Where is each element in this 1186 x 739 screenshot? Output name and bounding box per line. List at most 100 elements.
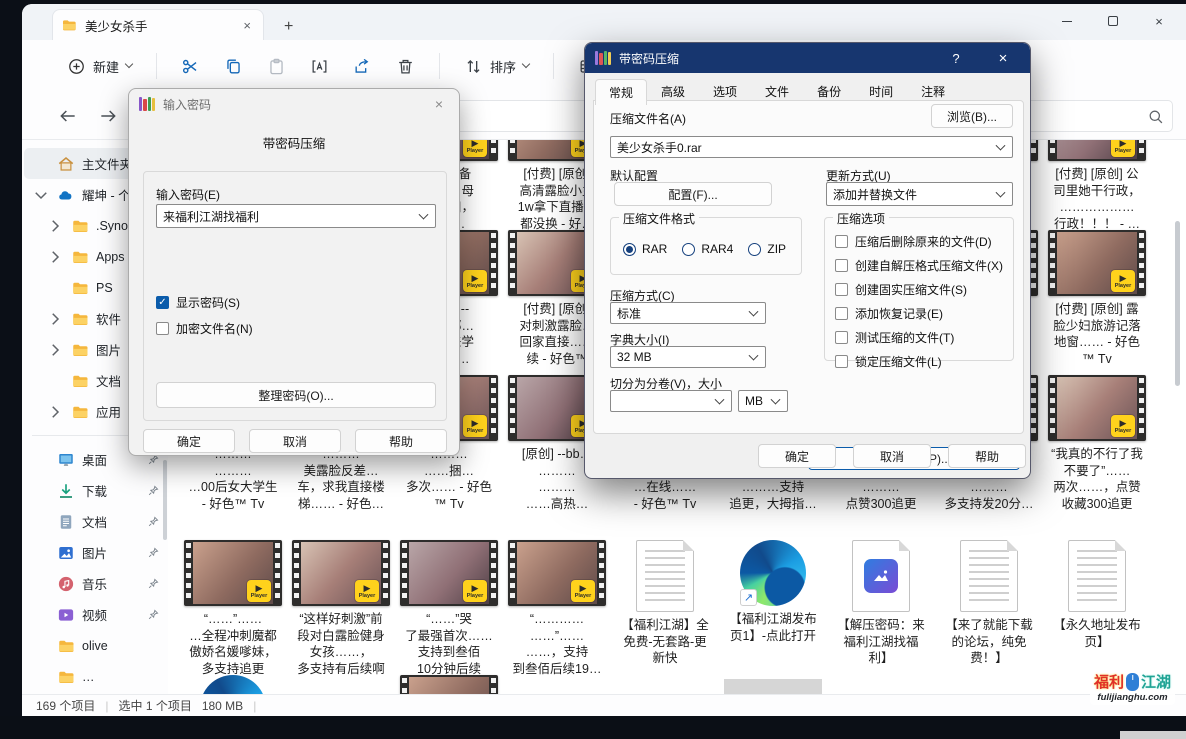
compression-method-combobox[interactable]: 标准 (610, 302, 766, 324)
close-icon[interactable]: × (982, 50, 1024, 67)
sidebar-item[interactable]: 音乐 (24, 568, 166, 599)
file-item[interactable] (184, 675, 282, 694)
paste-button[interactable] (258, 50, 295, 83)
sidebar-item[interactable]: 下载 (24, 475, 166, 506)
profiles-button[interactable]: 配置(F)... (614, 182, 772, 206)
format-radio[interactable]: ZIP (748, 242, 786, 256)
back-icon[interactable] (58, 106, 78, 126)
rename-button[interactable] (301, 50, 338, 83)
encrypt-filenames-checkbox[interactable]: 加密文件名(N) (156, 320, 253, 337)
sidebar-scrollbar-thumb[interactable] (163, 460, 167, 540)
sidebar-item[interactable]: olive (24, 630, 166, 661)
close-button[interactable]: × (1136, 4, 1182, 38)
copy-button[interactable] (215, 50, 252, 83)
cancel-button[interactable]: 取消 (853, 444, 931, 468)
forward-icon[interactable] (98, 106, 118, 126)
file-item[interactable]: 【永久地址发布页】 (1048, 540, 1146, 677)
video-thumbnail[interactable]: ▶Player (400, 540, 498, 606)
sidebar-item-label: olive (82, 639, 108, 653)
archive-option-checkbox[interactable]: 测试压缩的文件(T) (835, 329, 1003, 346)
archive-option-checkbox[interactable]: 压缩后删除原来的文件(D) (835, 233, 1003, 250)
archive-option-checkbox[interactable]: 锁定压缩文件(L) (835, 353, 1003, 370)
file-item[interactable]: 【福利江湖】全免费-无套路-更新快 (616, 540, 714, 677)
archive-option-checkbox[interactable]: 创建固实压缩文件(S) (835, 281, 1003, 298)
share-button[interactable] (344, 50, 381, 83)
cancel-button[interactable]: 取消 (249, 429, 341, 453)
video-thumbnail[interactable]: ▶Player (1048, 375, 1146, 441)
sidebar-item-label: 图片 (82, 543, 107, 562)
file-item[interactable]: ▶Player“……”哭了最强首次……支持到叁佰10分钟后续 (400, 540, 498, 677)
status-bar: 169 个项目 | 选中 1 个项目 180 MB | (22, 694, 1186, 716)
minimize-button[interactable] (1044, 4, 1090, 38)
ok-button[interactable]: 确定 (758, 444, 836, 468)
file-item[interactable]: ▶Player“………………”…………，支持到叁佰后续19… (508, 540, 606, 677)
browse-button[interactable]: 浏览(B)... (931, 104, 1013, 128)
sidebar-item[interactable]: 文档 (24, 506, 166, 537)
update-mode-combobox[interactable]: 添加并替换文件 (826, 182, 1013, 206)
dictionary-size-combobox[interactable]: 32 MB (610, 346, 766, 368)
video-thumbnail[interactable]: ▶Player (400, 675, 498, 694)
tab-close-icon[interactable]: × (239, 18, 255, 33)
video-thumbnail[interactable]: ▶Player (508, 540, 606, 606)
text-file-icon[interactable] (960, 540, 1018, 612)
archive-option-checkbox[interactable]: 添加恢复记录(E) (835, 305, 1003, 322)
dialog-tab[interactable]: 常规 (595, 79, 647, 105)
file-item[interactable]: ▶Player“这样好刺激”前段对白露脸健身女孩……，多支持有后续啊 (292, 540, 390, 677)
show-password-checkbox[interactable]: ✓显示密码(S) (156, 294, 240, 311)
copy-icon (224, 57, 243, 76)
archive-option-checkbox[interactable]: 创建自解压格式压缩文件(X) (835, 257, 1003, 274)
video-thumbnail[interactable]: ▶Player (1048, 140, 1146, 161)
checkbox-icon (835, 259, 848, 272)
image-file-icon[interactable] (852, 540, 910, 612)
text-file-icon[interactable] (1068, 540, 1126, 612)
text-file-icon[interactable] (636, 540, 694, 612)
video-thumbnail[interactable]: ▶Player (292, 540, 390, 606)
archive-name-combobox[interactable]: 美少女杀手0.rar (610, 136, 1013, 158)
chevron-spacer (46, 279, 64, 297)
archive-format-group: 压缩文件格式 RARRAR4ZIP (610, 217, 802, 275)
format-radio[interactable]: RAR (623, 242, 667, 256)
file-name: 【解压密码：来福利江湖找福利】 (832, 617, 930, 667)
scrollbar-thumb[interactable] (1175, 221, 1180, 386)
close-icon[interactable]: × (429, 96, 449, 112)
sort-button[interactable]: 排序 (455, 50, 538, 83)
file-item[interactable]: ▶Player[付费] [原创] 露脸少妇旅游记落地窗…… - 好色™ Tv (1048, 230, 1146, 367)
volume-size-combobox[interactable] (610, 390, 732, 412)
explorer-tab[interactable]: 美少女杀手 × (52, 9, 264, 40)
format-radio[interactable]: RAR4 (682, 242, 733, 256)
video-thumbnail[interactable]: ▶Player (184, 540, 282, 606)
chevron-right-icon (46, 310, 64, 328)
maximize-button[interactable] (1090, 4, 1136, 38)
new-tab-button[interactable]: + (278, 18, 299, 40)
volume-unit-combobox[interactable]: MB (738, 390, 788, 412)
ok-button[interactable]: 确定 (143, 429, 235, 453)
cut-button[interactable] (172, 50, 209, 83)
file-item[interactable] (724, 675, 822, 694)
pin-icon (147, 546, 160, 559)
file-item[interactable]: 【来了就能下载的论坛，纯免费！】 (940, 540, 1038, 677)
file-item[interactable]: ▶Player[付费] [原创] 公司里她干行政，………………行政！！！ - … (1048, 140, 1146, 232)
help-button[interactable]: 帮助 (948, 444, 1026, 468)
file-item[interactable]: ↗【福利江湖发布页1】-点此打开 (724, 540, 822, 677)
help-button[interactable]: 帮助 (355, 429, 447, 453)
sidebar-item-label: 下载 (82, 481, 107, 500)
organize-passwords-button[interactable]: 整理密码(O)... (156, 382, 436, 408)
file-item[interactable]: ▶Player (400, 675, 498, 694)
dialog-title-bar[interactable]: 带密码压缩 ? × (585, 43, 1030, 73)
edge-shortcut-icon[interactable]: ↗ (740, 540, 806, 606)
file-name: “……”………全程冲刺魔都傲娇名媛嗲妹，多支持追更 (184, 611, 282, 677)
new-button[interactable]: 新建 (58, 50, 141, 83)
edge-icon[interactable] (200, 675, 266, 694)
dialog-title-bar[interactable]: 输入密码 × (129, 89, 459, 119)
sidebar-item[interactable]: … (24, 661, 166, 692)
file-item[interactable]: ▶Player“我真的不行了我不要了”……两次……，点赞收藏300追更 (1048, 375, 1146, 512)
help-icon[interactable]: ? (938, 51, 974, 66)
video-thumbnail[interactable]: ▶Player (1048, 230, 1146, 296)
password-combobox[interactable]: 来福利江湖找福利 (156, 204, 436, 228)
file-item[interactable]: 【解压密码：来福利江湖找福利】 (832, 540, 930, 677)
delete-button[interactable] (387, 50, 424, 83)
sidebar-item[interactable]: 图片 (24, 537, 166, 568)
file-item[interactable]: ▶Player“……”………全程冲刺魔都傲娇名媛嗲妹，多支持追更 (184, 540, 282, 677)
dialog-heading: 带密码压缩 (129, 133, 459, 152)
sidebar-item[interactable]: 视频 (24, 599, 166, 630)
